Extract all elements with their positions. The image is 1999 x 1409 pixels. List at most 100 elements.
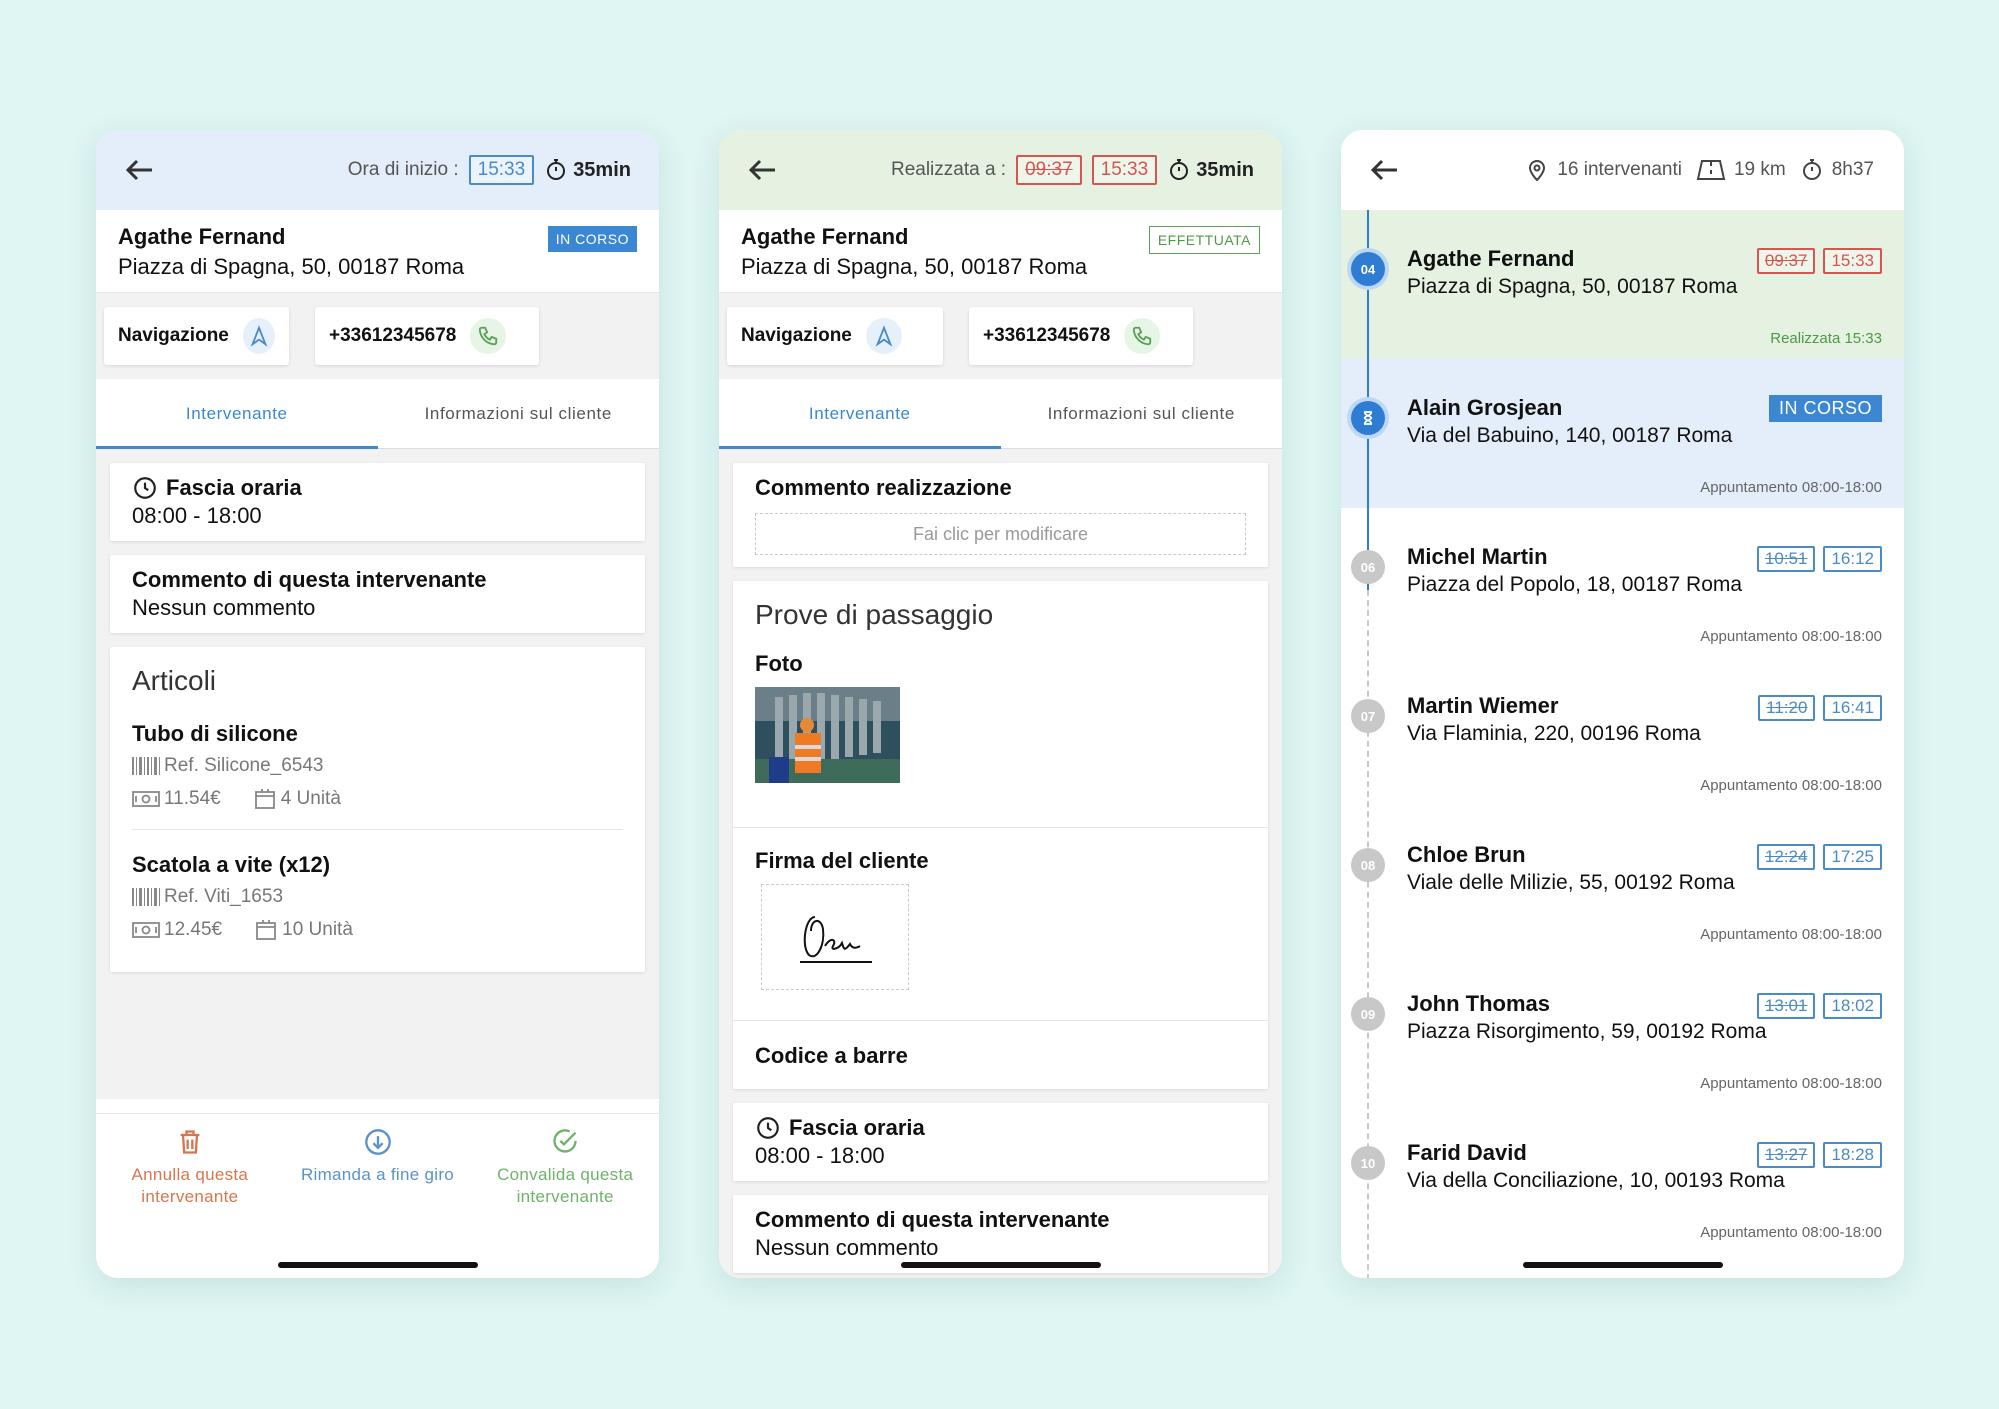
- tab-client-info[interactable]: Informazioni sul cliente: [378, 379, 660, 448]
- item-footer: Appuntamento 08:00-18:00: [1700, 926, 1882, 943]
- duration-value: 35min: [573, 158, 631, 181]
- postpone-button[interactable]: Rimanda a fine giro: [284, 1128, 472, 1278]
- item-footer: Realizzata 15:33: [1770, 330, 1882, 347]
- cancel-intervention-button[interactable]: Annulla questa intervenante: [96, 1128, 284, 1278]
- planned-time: 11:20: [1758, 695, 1816, 721]
- list-item[interactable]: 08 Chloe Brun Viale delle Milizie, 55, 0…: [1341, 806, 1904, 955]
- cancel-label: Annulla questa intervenante: [131, 1165, 249, 1206]
- tab-intervention[interactable]: Intervenante: [96, 379, 378, 449]
- top-bar: 16 intervenanti 19 km 8h37: [1341, 130, 1904, 210]
- money-icon: [132, 791, 160, 807]
- arrow-left-icon: [1370, 159, 1397, 181]
- actual-time: 17:25: [1823, 844, 1882, 870]
- actual-time: 16:12: [1823, 546, 1882, 572]
- proof-photo[interactable]: [755, 687, 900, 783]
- call-button[interactable]: +33612345678: [315, 307, 539, 365]
- total-distance: 19 km: [1733, 159, 1786, 180]
- barcode-icon: [132, 888, 160, 906]
- navigation-button[interactable]: Navigazione: [104, 307, 289, 365]
- money-icon: [132, 922, 160, 938]
- check-circle-icon: [553, 1129, 577, 1153]
- status-badge: EFFETTUATA: [1148, 226, 1260, 254]
- client-header: Agathe Fernand Piazza di Spagna, 50, 001…: [719, 210, 1282, 293]
- screen-intervention-in-progress: Ora di inizio : 15:33 35min Agathe Ferna…: [96, 130, 659, 1278]
- validate-intervention-button[interactable]: Convalida questa intervenante: [471, 1128, 659, 1278]
- back-button[interactable]: [1367, 152, 1403, 188]
- item-footer: Appuntamento 08:00-18:00: [1700, 479, 1882, 496]
- item-footer: Appuntamento 08:00-18:00: [1700, 628, 1882, 645]
- navigation-label: Navigazione: [118, 325, 229, 346]
- map-distance-icon: [1696, 160, 1726, 180]
- intervention-list: 04 Agathe Fernand Piazza di Spagna, 50, …: [1341, 210, 1904, 1278]
- navigation-icon: [242, 318, 275, 354]
- list-item[interactable]: 06 Michel Martin Piazza del Popolo, 18, …: [1341, 508, 1904, 657]
- top-bar: Ora di inizio : 15:33 35min: [96, 130, 659, 210]
- planned-time: 12:24: [1756, 844, 1816, 870]
- validate-label: Convalida questa intervenante: [497, 1165, 634, 1206]
- item-address: Viale delle Milizie, 55, 00192 Roma: [1407, 871, 1735, 894]
- home-indicator: [1522, 1262, 1723, 1268]
- call-button[interactable]: +33612345678: [969, 307, 1193, 365]
- clock-icon: [134, 477, 156, 499]
- list-item[interactable]: 07 Martin Wiemer Via Flaminia, 220, 0019…: [1341, 657, 1904, 806]
- navigation-button[interactable]: Navigazione: [727, 307, 943, 365]
- tab-bar: Intervenante Informazioni sul cliente: [96, 379, 659, 449]
- item-address: Via della Conciliazione, 10, 00193 Roma: [1407, 1169, 1785, 1192]
- planned-time: 09:37: [1756, 248, 1816, 274]
- realization-comment-title: Commento realizzazione: [755, 475, 1012, 500]
- screen-tour-list: 16 intervenanti 19 km 8h37 04 Agathe Fer…: [1341, 130, 1904, 1278]
- time-slot-card: Fascia oraria 08:00 - 18:00: [733, 1103, 1268, 1181]
- home-indicator: [900, 1262, 1101, 1268]
- box-icon: [254, 789, 275, 809]
- articles-title: Articoli: [132, 665, 217, 696]
- comment-title: Commento di questa intervenante: [755, 1207, 1110, 1232]
- item-address: Piazza di Spagna, 50, 00187 Roma: [1407, 275, 1738, 298]
- list-item[interactable]: 10 Farid David Via della Conciliazione, …: [1341, 1104, 1904, 1253]
- actual-time: 18:02: [1823, 993, 1882, 1019]
- tab-content: Fascia oraria 08:00 - 18:00 Commento di …: [96, 449, 659, 1099]
- time-slot-title: Fascia oraria: [166, 475, 302, 500]
- article-item[interactable]: Scatola a vite (x12) Ref. Viti_1653 12.4…: [132, 830, 623, 960]
- home-indicator: [277, 1262, 478, 1268]
- done-time-label: Realizzata a :: [890, 159, 1007, 180]
- article-item[interactable]: Tubo di silicone Ref. Silicone_6543 11.5…: [132, 717, 623, 830]
- time-slot-title: Fascia oraria: [789, 1115, 925, 1140]
- hourglass-icon: [1351, 401, 1385, 435]
- article-quantity: 4 Unità: [280, 788, 341, 809]
- list-item[interactable]: Alain Grosjean Via del Babuino, 140, 001…: [1341, 359, 1904, 508]
- time-slot-value: 08:00 - 18:00: [755, 1143, 885, 1168]
- stopwatch-icon: [1170, 159, 1189, 180]
- start-time-label: Ora di inizio :: [347, 159, 459, 180]
- back-button[interactable]: [745, 152, 781, 188]
- tab-client-info[interactable]: Informazioni sul cliente: [1001, 379, 1283, 448]
- article-price: 12.45€: [164, 919, 223, 940]
- comment-card: Commento di questa intervenante Nessun c…: [110, 555, 645, 633]
- tab-intervention[interactable]: Intervenante: [719, 379, 1001, 449]
- article-ref: Ref. Viti_1653: [164, 886, 284, 907]
- back-button[interactable]: [122, 152, 158, 188]
- list-item[interactable]: 09 John Thomas Piazza Risorgimento, 59, …: [1341, 955, 1904, 1104]
- total-time: 8h37: [1831, 159, 1874, 180]
- client-signature[interactable]: [761, 884, 909, 990]
- action-buttons: Navigazione +33612345678: [719, 293, 1282, 379]
- realization-comment-input[interactable]: Fai clic per modificare: [755, 513, 1246, 555]
- phone-icon: [470, 318, 507, 354]
- navigation-label: Navigazione: [741, 325, 852, 346]
- actual-time: 15:33: [1823, 248, 1882, 274]
- box-icon: [256, 920, 277, 940]
- status-badge: IN CORSO: [1768, 395, 1882, 422]
- step-number: 07: [1351, 699, 1385, 733]
- location-pin-icon: [1529, 160, 1546, 182]
- step-number: 06: [1351, 550, 1385, 584]
- step-number: 09: [1351, 997, 1385, 1031]
- comment-title: Commento di questa intervenante: [132, 567, 487, 592]
- client-address: Piazza di Spagna, 50, 00187 Roma: [741, 254, 1088, 279]
- tab-bar: Intervenante Informazioni sul cliente: [719, 379, 1282, 449]
- bottom-actions: Annulla questa intervenante Rimanda a fi…: [96, 1113, 659, 1278]
- trash-icon: [180, 1130, 200, 1154]
- navigation-icon: [865, 318, 902, 354]
- comment-value: Nessun commento: [132, 595, 316, 620]
- item-address: Via Flaminia, 220, 00196 Roma: [1407, 722, 1701, 745]
- list-item[interactable]: 04 Agathe Fernand Piazza di Spagna, 50, …: [1341, 210, 1904, 359]
- actual-time: 16:41: [1823, 695, 1882, 721]
